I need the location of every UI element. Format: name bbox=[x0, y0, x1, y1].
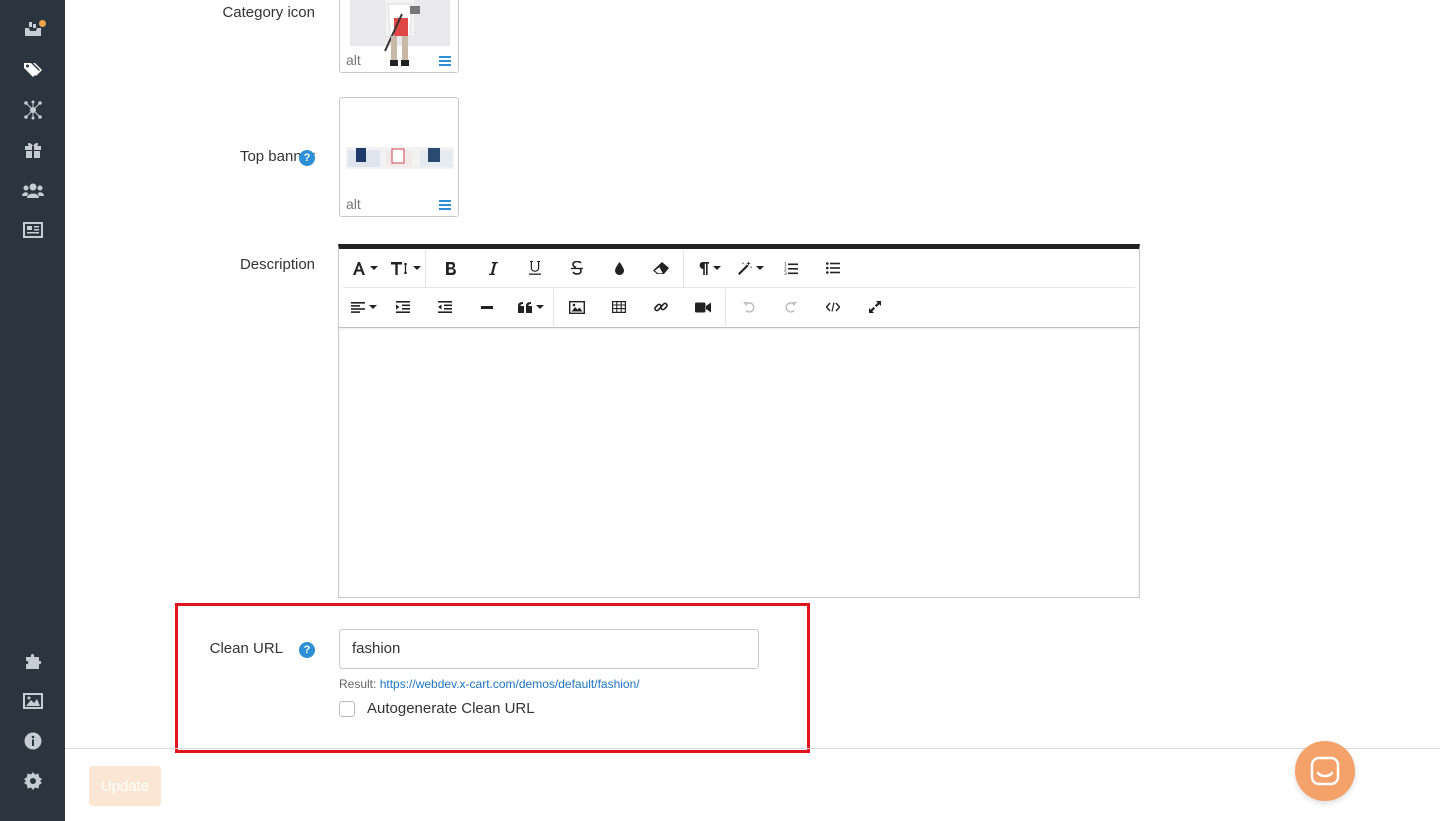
redo-button[interactable] bbox=[779, 294, 803, 320]
strikethrough-button[interactable] bbox=[565, 255, 589, 281]
italic-button[interactable] bbox=[481, 255, 505, 281]
toolbar-separator bbox=[425, 250, 426, 287]
top-banner-menu-icon[interactable] bbox=[439, 200, 451, 210]
category-icon-alt[interactable]: alt bbox=[345, 52, 362, 68]
notification-dot bbox=[39, 20, 46, 27]
description-editor: 123 bbox=[338, 244, 1140, 598]
font-family-button[interactable] bbox=[351, 255, 379, 281]
editor-toolbar-row-1: 123 bbox=[339, 249, 1139, 288]
quote-button[interactable] bbox=[515, 294, 547, 320]
svg-text:3: 3 bbox=[784, 271, 787, 275]
autogenerate-checkbox[interactable] bbox=[339, 701, 355, 717]
font-size-button[interactable] bbox=[391, 255, 421, 281]
tags-icon[interactable] bbox=[20, 59, 46, 81]
description-text-area[interactable] bbox=[339, 327, 1139, 598]
category-icon-label: Category icon bbox=[222, 4, 315, 21]
ordered-list-button[interactable]: 123 bbox=[779, 255, 803, 281]
main-content: Category icon alt Top banner ? alt Descr… bbox=[65, 0, 1440, 821]
insert-video-button[interactable] bbox=[691, 294, 715, 320]
bold-button[interactable] bbox=[439, 255, 463, 281]
horizontal-rule-button[interactable] bbox=[475, 294, 499, 320]
puzzle-icon[interactable] bbox=[20, 650, 46, 672]
footer-divider bbox=[65, 748, 1440, 749]
underline-button[interactable] bbox=[523, 255, 547, 281]
category-icon-menu-icon[interactable] bbox=[439, 56, 451, 66]
paragraph-button[interactable] bbox=[695, 255, 725, 281]
text-color-button[interactable] bbox=[607, 255, 631, 281]
top-banner-label: Top banner bbox=[239, 148, 315, 165]
autogenerate-label[interactable]: Autogenerate Clean URL bbox=[367, 700, 535, 717]
clean-url-input[interactable]: fashion bbox=[339, 629, 759, 669]
clean-url-label: Clean URL bbox=[209, 640, 283, 657]
align-button[interactable] bbox=[349, 294, 379, 320]
users-icon[interactable] bbox=[20, 179, 46, 201]
code-view-button[interactable] bbox=[821, 294, 845, 320]
indent-button[interactable] bbox=[391, 294, 415, 320]
image-icon[interactable] bbox=[20, 690, 46, 712]
toolbar-separator bbox=[683, 250, 684, 287]
update-button[interactable]: Update bbox=[89, 766, 161, 806]
style-button[interactable] bbox=[735, 255, 767, 281]
info-icon[interactable] bbox=[20, 730, 46, 752]
toolbar-separator bbox=[553, 289, 554, 326]
sidebar bbox=[0, 0, 65, 821]
result-url-link[interactable]: https://webdev.x-cart.com/demos/default/… bbox=[380, 677, 640, 691]
outdent-button[interactable] bbox=[433, 294, 457, 320]
network-icon[interactable] bbox=[20, 99, 46, 121]
unordered-list-button[interactable] bbox=[821, 255, 845, 281]
insert-image-button[interactable] bbox=[565, 294, 589, 320]
top-banner-help-icon[interactable]: ? bbox=[299, 150, 315, 166]
insert-table-button[interactable] bbox=[607, 294, 631, 320]
result-prefix: Result: bbox=[339, 677, 377, 691]
clean-url-result: Result: https://webdev.x-cart.com/demos/… bbox=[339, 677, 640, 691]
clear-format-button[interactable] bbox=[649, 255, 673, 281]
category-icon-image[interactable]: alt bbox=[339, 0, 459, 73]
top-banner-image[interactable]: alt bbox=[339, 97, 459, 217]
top-banner-alt[interactable]: alt bbox=[345, 196, 362, 212]
chat-icon bbox=[1310, 756, 1340, 786]
chat-launcher-button[interactable] bbox=[1295, 741, 1355, 801]
gear-icon[interactable] bbox=[20, 770, 46, 792]
description-label: Description bbox=[239, 256, 315, 273]
gift-icon[interactable] bbox=[20, 139, 46, 161]
toolbar-separator bbox=[725, 289, 726, 326]
insert-link-button[interactable] bbox=[649, 294, 673, 320]
fullscreen-button[interactable] bbox=[863, 294, 887, 320]
editor-toolbar-row-2 bbox=[339, 288, 1139, 327]
clean-url-help-icon[interactable]: ? bbox=[299, 642, 315, 658]
undo-button[interactable] bbox=[737, 294, 761, 320]
newspaper-icon[interactable] bbox=[20, 219, 46, 241]
